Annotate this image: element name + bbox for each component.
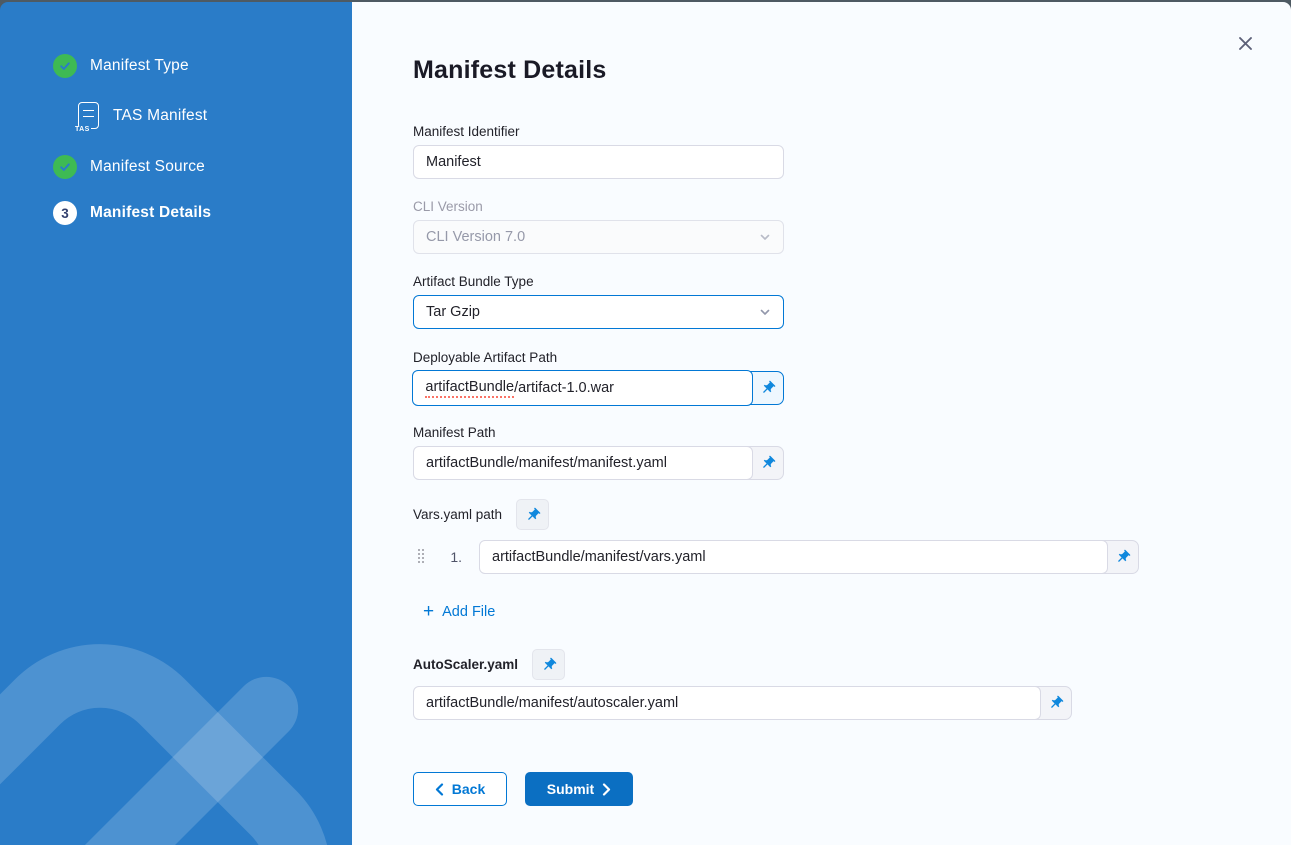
chevron-left-icon bbox=[435, 783, 444, 796]
path-rest: /artifact-1.0.war bbox=[514, 380, 614, 396]
back-button-label: Back bbox=[452, 781, 485, 797]
sidebar-step-manifest-type[interactable]: Manifest Type bbox=[53, 54, 352, 78]
step-number-badge: 3 bbox=[53, 201, 77, 225]
manifest-identifier-field: Manifest Identifier bbox=[413, 123, 784, 179]
pin-icon[interactable] bbox=[753, 447, 783, 479]
cli-version-label: CLI Version bbox=[413, 198, 784, 215]
add-file-label: Add File bbox=[442, 604, 495, 620]
sidebar-step-manifest-source[interactable]: Manifest Source bbox=[53, 155, 352, 179]
vars-yaml-label: Vars.yaml path bbox=[413, 506, 502, 523]
deployable-artifact-path-label: Deployable Artifact Path bbox=[413, 349, 784, 366]
vars-yaml-path-group bbox=[479, 540, 1139, 574]
step-label: Manifest Type bbox=[90, 57, 189, 75]
step-label: Manifest Source bbox=[90, 158, 205, 176]
cli-version-field: CLI Version CLI Version 7.0 bbox=[413, 198, 784, 254]
step-complete-check-icon bbox=[53, 155, 77, 179]
pin-icon[interactable] bbox=[753, 372, 783, 404]
wizard-sidebar: Manifest Type TAS TAS Manifest Manifest … bbox=[0, 2, 352, 845]
step-label: Manifest Details bbox=[90, 204, 211, 222]
manifest-identifier-label: Manifest Identifier bbox=[413, 123, 784, 140]
sidebar-substep-tas-manifest[interactable]: TAS TAS Manifest bbox=[78, 102, 352, 129]
deployable-artifact-path-group: artifactBundle/artifact-1.0.war bbox=[413, 371, 784, 405]
vars-yaml-label-row: Vars.yaml path bbox=[413, 499, 1291, 530]
chevron-down-icon bbox=[759, 231, 771, 243]
pin-icon[interactable] bbox=[532, 649, 565, 680]
close-icon[interactable] bbox=[1235, 33, 1255, 53]
manifest-identifier-input[interactable] bbox=[413, 145, 784, 179]
drag-handle-icon[interactable] bbox=[418, 549, 426, 565]
pin-icon[interactable] bbox=[1108, 541, 1138, 573]
sidebar-step-manifest-details[interactable]: 3 Manifest Details bbox=[53, 201, 352, 225]
chevron-right-icon bbox=[602, 783, 611, 796]
back-button[interactable]: Back bbox=[413, 772, 507, 806]
autoscaler-path-input[interactable] bbox=[413, 686, 1041, 720]
manifest-path-field: Manifest Path bbox=[413, 424, 784, 480]
cli-version-value: CLI Version 7.0 bbox=[426, 229, 525, 245]
artifact-bundle-type-select[interactable]: Tar Gzip bbox=[413, 295, 784, 329]
plus-icon: + bbox=[423, 602, 434, 621]
deployable-artifact-path-input[interactable]: artifactBundle/artifact-1.0.war bbox=[412, 370, 753, 405]
page-title: Manifest Details bbox=[413, 56, 1291, 85]
artifact-bundle-type-field: Artifact Bundle Type Tar Gzip bbox=[413, 273, 784, 329]
chevron-down-icon bbox=[759, 306, 771, 318]
artifact-bundle-type-label: Artifact Bundle Type bbox=[413, 273, 784, 290]
step-complete-check-icon bbox=[53, 54, 77, 78]
manifest-path-group bbox=[413, 446, 784, 480]
autoscaler-label-row: AutoScaler.yaml bbox=[413, 649, 1291, 680]
autoscaler-path-group bbox=[413, 686, 1072, 720]
row-index: 1. bbox=[446, 549, 462, 565]
vars-yaml-path-input[interactable] bbox=[479, 540, 1108, 574]
submit-button-label: Submit bbox=[547, 781, 594, 797]
tas-manifest-file-icon: TAS bbox=[78, 102, 99, 129]
artifact-bundle-type-value: Tar Gzip bbox=[426, 304, 480, 320]
deployable-artifact-path-field: Deployable Artifact Path artifactBundle/… bbox=[413, 349, 784, 405]
pin-icon[interactable] bbox=[1041, 687, 1071, 719]
cli-version-select: CLI Version 7.0 bbox=[413, 220, 784, 254]
manifest-path-input[interactable] bbox=[413, 446, 753, 480]
substep-label: TAS Manifest bbox=[113, 107, 207, 125]
vars-yaml-item-row: 1. bbox=[418, 540, 1291, 574]
add-file-button[interactable]: + Add File bbox=[423, 602, 495, 621]
manifest-details-panel: Manifest Details Manifest Identifier CLI… bbox=[352, 2, 1291, 845]
submit-button[interactable]: Submit bbox=[525, 772, 633, 806]
wizard-footer-buttons: Back Submit bbox=[413, 772, 1291, 806]
harness-logo-watermark bbox=[0, 630, 345, 845]
manifest-wizard-modal: Manifest Type TAS TAS Manifest Manifest … bbox=[0, 2, 1291, 845]
misspelled-token: artifactBundle bbox=[425, 379, 514, 398]
pin-icon[interactable] bbox=[516, 499, 549, 530]
autoscaler-label: AutoScaler.yaml bbox=[413, 656, 518, 673]
manifest-path-label: Manifest Path bbox=[413, 424, 784, 441]
